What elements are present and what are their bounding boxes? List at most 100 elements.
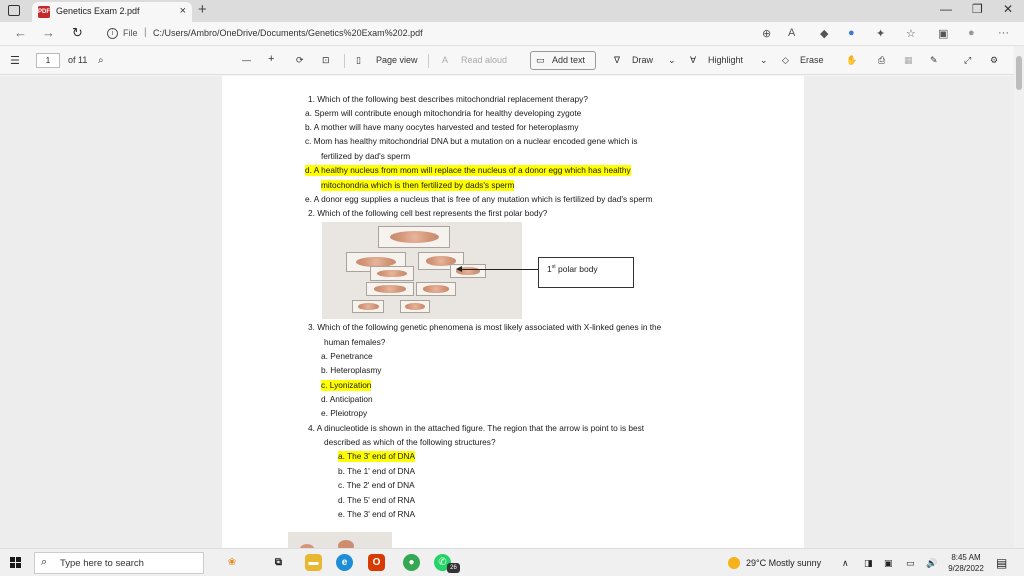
draw-dropdown-chevron-icon[interactable]: ⌄ xyxy=(668,55,676,66)
tab-strip: PDF Genetics Exam 2.pdf × + — ❐ ✕ xyxy=(0,0,1024,22)
chrome-icon[interactable]: ● xyxy=(403,554,420,571)
windows-start-icon[interactable] xyxy=(10,557,22,569)
highlight-button[interactable]: Highlight xyxy=(708,55,743,65)
vertical-scrollbar[interactable] xyxy=(1014,46,1024,548)
search-icon[interactable]: ⌕ xyxy=(98,55,104,66)
weather-sun-icon[interactable] xyxy=(728,557,740,569)
search-highlight-icon[interactable]: ❀ xyxy=(214,554,250,571)
zoom-out-button[interactable]: — xyxy=(242,55,251,65)
save-as-icon[interactable]: ✎ xyxy=(930,55,938,66)
info-icon[interactable]: i xyxy=(107,28,118,39)
page-view-button[interactable]: Page view xyxy=(376,55,418,65)
close-tab-icon[interactable]: × xyxy=(180,5,186,17)
url-separator: | xyxy=(144,27,147,38)
favorites-icon[interactable]: ☆ xyxy=(906,27,916,40)
new-tab-button[interactable]: + xyxy=(198,1,207,18)
text-line: described as which of the following stru… xyxy=(324,437,496,447)
erase-icon[interactable]: ◇ xyxy=(782,55,789,66)
close-window-button[interactable]: ✕ xyxy=(1003,2,1013,16)
address-bar[interactable]: i File | C:/Users/Ambro/OneDrive/Documen… xyxy=(98,25,938,43)
extension-icon-2[interactable]: ● xyxy=(848,27,855,39)
show-hidden-icons-chevron-icon[interactable]: ∧ xyxy=(842,558,849,569)
settings-gear-icon[interactable]: ⚙ xyxy=(990,55,998,66)
zoom-in-button[interactable]: + xyxy=(268,53,274,65)
minimize-button[interactable]: — xyxy=(940,2,952,16)
text-line: b. Heteroplasmy xyxy=(321,365,382,375)
clock-date[interactable]: 9/28/2022 xyxy=(944,564,988,573)
pdf-page: 1. Which of the following best describes… xyxy=(222,76,804,548)
save-icon[interactable]: ▦ xyxy=(904,55,913,66)
text-line: fertilized by dad's sperm xyxy=(321,151,411,161)
text-line: e. Pleiotropy xyxy=(321,408,368,418)
print-icon[interactable]: ⎙ xyxy=(878,55,885,66)
pdf-file-icon: PDF xyxy=(38,6,50,18)
text-line: 3. Which of the following genetic phenom… xyxy=(308,322,662,332)
url-text[interactable]: C:/Users/Ambro/OneDrive/Documents/Geneti… xyxy=(153,28,423,38)
erase-button[interactable]: Erase xyxy=(800,55,824,65)
back-arrow-icon[interactable]: ← xyxy=(14,25,27,40)
text-line: 4. A dinucleotide is shown in the attach… xyxy=(308,423,645,433)
edge-browser-icon[interactable]: e xyxy=(336,554,353,571)
refresh-icon[interactable]: ↻ xyxy=(72,25,83,41)
search-icon: ⌕ xyxy=(41,556,48,568)
task-view-icon[interactable]: ⧉ xyxy=(270,554,287,571)
page-view-icon[interactable]: ▯ xyxy=(356,55,361,66)
read-mode-icon[interactable]: A xyxy=(788,27,795,39)
page-number-input[interactable]: 1 xyxy=(36,53,60,68)
highlight-icon[interactable]: ∀ xyxy=(690,55,696,66)
file-explorer-icon[interactable]: ▬ xyxy=(305,554,322,571)
notification-badge: 26 xyxy=(447,563,460,573)
text-line: c. The 2' end of DNA xyxy=(338,480,415,490)
system-tray-icon[interactable]: ◨ xyxy=(864,558,873,569)
polar-body-label: 1st polar body xyxy=(538,257,634,288)
read-aloud-icon[interactable]: A xyxy=(442,55,448,65)
label-text: polar body xyxy=(555,264,598,274)
search-placeholder: Type here to search xyxy=(60,558,144,569)
text-line: c. Mom has healthy mitochondrial DNA but… xyxy=(305,136,638,146)
rotate-icon[interactable]: ⟳ xyxy=(296,55,304,66)
more-menu-button[interactable]: ··· xyxy=(998,27,1009,39)
display-icon[interactable]: ▣ xyxy=(884,558,893,569)
tab-title: Genetics Exam 2.pdf xyxy=(56,6,140,16)
highlighted-text-line: d. A healthy nucleus from mom will repla… xyxy=(305,165,631,176)
oocyte-cell xyxy=(366,282,414,296)
add-text-button[interactable]: ▭ Add text xyxy=(530,51,596,70)
taskbar-search-box[interactable]: ⌕ Type here to search xyxy=(34,552,204,574)
office-icon[interactable]: O xyxy=(368,554,385,571)
fit-page-icon[interactable]: ⊡ xyxy=(322,55,330,66)
browser-tab[interactable]: PDF Genetics Exam 2.pdf × xyxy=(32,2,192,22)
address-bar-row: ← → ↻ i File | C:/Users/Ambro/OneDrive/D… xyxy=(0,22,1024,46)
battery-icon[interactable]: ▭ xyxy=(906,558,915,569)
highlighted-text-line: mitochondria which is then fertilized by… xyxy=(321,180,515,191)
polar-body-figure xyxy=(322,222,522,319)
add-text-label: Add text xyxy=(552,55,586,65)
tab-actions-icon[interactable] xyxy=(8,5,20,16)
text-line: d. The 5' end of RNA xyxy=(338,495,416,505)
toolbar-divider xyxy=(428,54,429,68)
scrollbar-thumb[interactable] xyxy=(1016,56,1022,90)
pdf-toolbar: ☰ 1 of 11 ⌕ — + ⟳ ⊡ ▯ Page view A Read a… xyxy=(0,47,1024,75)
draw-button[interactable]: Draw xyxy=(632,55,653,65)
maximize-button[interactable]: ❐ xyxy=(972,2,983,16)
text-line: 2. Which of the following cell best repr… xyxy=(308,208,548,218)
volume-icon[interactable]: 🔊 xyxy=(926,558,937,569)
weather-text[interactable]: 29°C Mostly sunny xyxy=(746,558,821,568)
touch-write-icon[interactable]: ✋ xyxy=(846,55,857,66)
text-line: e. The 3' end of RNA xyxy=(338,509,416,519)
contents-list-icon[interactable]: ☰ xyxy=(10,54,20,67)
extension-icon[interactable]: ◆ xyxy=(820,27,828,40)
draw-icon[interactable]: ∇ xyxy=(614,55,620,66)
forward-arrow-icon[interactable]: → xyxy=(42,25,55,40)
zoom-icon[interactable]: ⊕ xyxy=(762,27,771,40)
text-line: b. The 1' end of DNA xyxy=(338,466,416,476)
fullscreen-icon[interactable]: ⤢ xyxy=(964,55,971,66)
highlight-dropdown-chevron-icon[interactable]: ⌄ xyxy=(760,55,768,66)
pdf-viewport[interactable]: 1. Which of the following best describes… xyxy=(0,76,1014,548)
notifications-icon[interactable]: ▤ xyxy=(996,556,1007,570)
text-line: a. Penetrance xyxy=(321,351,373,361)
extensions-icon[interactable]: ✦ xyxy=(876,27,885,40)
collections-icon[interactable]: ▣ xyxy=(938,27,948,40)
read-aloud-button[interactable]: Read aloud xyxy=(461,55,507,65)
clock-time[interactable]: 8:45 AM xyxy=(946,553,986,562)
profile-avatar-icon[interactable]: ● xyxy=(968,27,975,39)
